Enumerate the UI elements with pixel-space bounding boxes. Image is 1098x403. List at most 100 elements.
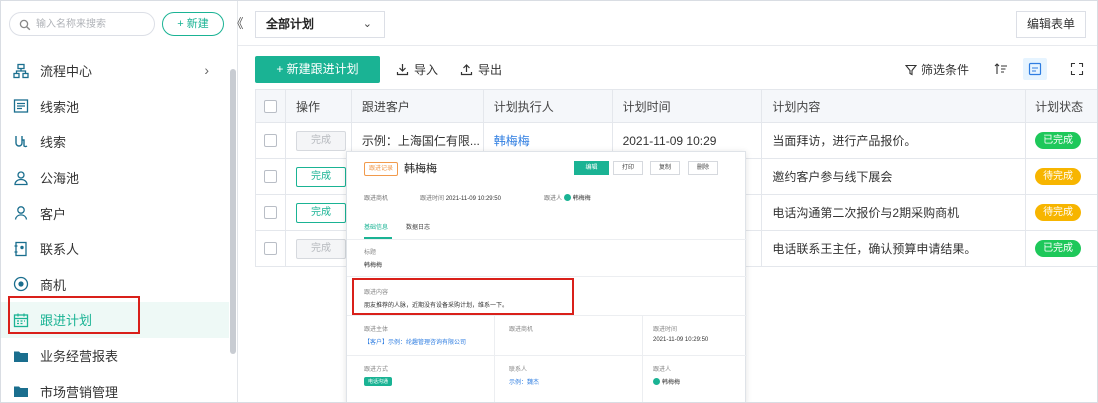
meta-opportunity-label: 跟进商机 — [364, 196, 389, 202]
row-select[interactable] — [256, 159, 286, 194]
table-header-row: 操作 跟进客户 计划执行人 计划时间 计划内容 计划状态 — [256, 90, 1097, 123]
divider — [494, 315, 495, 402]
tab-divider — [347, 239, 747, 240]
divider — [642, 315, 643, 402]
sidebar-item-public-pool[interactable]: 公海池 — [1, 160, 229, 196]
row-checkbox[interactable] — [264, 242, 277, 255]
row-checkbox[interactable] — [264, 170, 277, 183]
sort-icon[interactable] — [994, 62, 1008, 76]
field-opportunity: 跟进商机 — [509, 324, 533, 333]
sidebar-item-customer[interactable]: 客户 — [1, 195, 229, 231]
highlight-box-sidebar — [8, 296, 140, 334]
status-badge: 已完成 — [1035, 240, 1082, 257]
search-box[interactable] — [9, 12, 155, 36]
new-follow-up-plan-button[interactable]: + 新建跟进计划 — [255, 56, 380, 83]
popup-delete-button[interactable]: 删除 — [688, 161, 718, 175]
cell-content: 电话沟通第二次报价与2期采购商机 — [762, 195, 1027, 230]
popup-edit-button[interactable]: 编辑 — [574, 161, 609, 175]
filter-button[interactable]: 筛选条件 — [905, 61, 969, 78]
row-checkbox[interactable] — [264, 134, 277, 147]
row-select[interactable] — [256, 195, 286, 230]
cell-content: 当面拜访，进行产品报价。 — [762, 123, 1027, 158]
field-label: 跟进商机 — [509, 327, 534, 333]
plan-filter-select[interactable]: 全部计划 ⌄ — [255, 11, 385, 38]
cell-content: 电话联系王主任，确认预算申请结果。 — [762, 231, 1027, 266]
row-select[interactable] — [256, 123, 286, 158]
header-select-all[interactable] — [256, 90, 286, 122]
search-input[interactable] — [36, 16, 151, 32]
record-title: 韩梅梅 — [404, 163, 437, 175]
sidebar-item-label: 联系人 — [40, 242, 80, 258]
select-all-checkbox[interactable] — [264, 99, 277, 113]
sidebar-item-lead-pool[interactable]: 线索池 — [1, 89, 229, 125]
card-view-button[interactable] — [1023, 58, 1047, 80]
highlight-box-content — [352, 278, 574, 315]
field-value: 韩梅梅 — [364, 263, 383, 269]
fullscreen-icon[interactable] — [1070, 62, 1084, 76]
popup-print-button[interactable]: 打印 — [613, 161, 643, 175]
row-action: 完成 — [286, 123, 352, 158]
cell-status: 待完成 — [1026, 159, 1097, 194]
new-button[interactable]: + 新建 — [162, 12, 224, 36]
sidebar-item-business-report[interactable]: 业务经营报表 — [1, 338, 229, 374]
app-window: + 新建 《 流程中心 › 线索池 线索 公海池 客户 — [0, 0, 1098, 403]
field-contact: 联系人 示例：魏杰 — [509, 364, 539, 386]
complete-button[interactable]: 完成 — [295, 238, 346, 259]
field-label: 标题 — [364, 250, 377, 256]
field-value[interactable]: 【客户】示例：纶趣管理咨询有限公司 — [364, 337, 466, 346]
field-value: 2021-11-09 10:29:50 — [653, 337, 709, 343]
search-icon — [19, 18, 31, 31]
export-label: 导出 — [478, 63, 503, 77]
meta-person-label: 跟进人 — [544, 196, 563, 202]
column-header[interactable]: 计划执行人 — [484, 90, 613, 122]
sidebar-item-contact[interactable]: 联系人 — [1, 231, 229, 267]
import-button[interactable]: 导入 — [396, 61, 438, 78]
field-value[interactable]: 示例：魏杰 — [509, 377, 539, 386]
column-header[interactable]: 计划时间 — [613, 90, 763, 122]
meta-time: 跟进时间 2021-11-09 10:29:50 — [420, 193, 501, 202]
lead-icon — [13, 134, 29, 150]
popup-copy-button[interactable]: 复制 — [650, 161, 680, 175]
export-button[interactable]: 导出 — [460, 61, 502, 78]
avatar — [563, 194, 571, 201]
column-header[interactable]: 计划状态 — [1026, 90, 1097, 122]
complete-button[interactable]: 完成 — [295, 166, 346, 187]
cell-status: 已完成 — [1026, 123, 1097, 158]
tab-basic-info[interactable]: 基础信息 — [364, 222, 388, 231]
complete-button[interactable]: 完成 — [295, 202, 346, 223]
column-header[interactable]: 计划内容 — [762, 90, 1027, 122]
row-select[interactable] — [256, 231, 286, 266]
row-checkbox[interactable] — [264, 206, 277, 219]
field-method: 跟进方式 电话沟通 — [364, 364, 393, 386]
chevron-right-icon: › — [204, 62, 209, 78]
field-label: 跟进人 — [653, 367, 672, 373]
field-value: 韩梅梅 — [662, 380, 681, 386]
tab-data-log[interactable]: 数据日志 — [406, 222, 430, 231]
follow-up-record-popup[interactable]: 跟进记录 韩梅梅 编辑 打印 复制 删除 跟进商机 跟进时间 2021-11-0… — [346, 151, 747, 402]
sidebar-item-lead[interactable]: 线索 — [1, 124, 229, 160]
field-time: 跟进时间 2021-11-09 10:29:50 — [653, 324, 708, 343]
opportunity-icon — [13, 276, 29, 292]
status-badge: 已完成 — [1035, 132, 1082, 149]
column-header: 操作 — [286, 90, 352, 122]
plan-filter-value: 全部计划 — [266, 17, 315, 31]
complete-button[interactable]: 完成 — [295, 130, 346, 151]
column-header[interactable]: 跟进客户 — [352, 90, 484, 122]
chevron-down-icon: ⌄ — [362, 18, 372, 30]
field-label: 联系人 — [509, 367, 528, 373]
sidebar-scrollbar[interactable] — [230, 69, 236, 354]
workflow-icon — [13, 63, 29, 79]
sidebar-item-workflow[interactable]: 流程中心 › — [1, 53, 229, 89]
sidebar-item-marketing[interactable]: 市场营销管理 — [1, 373, 229, 402]
edit-form-button[interactable]: 编辑表单 — [1016, 11, 1086, 38]
divider — [347, 276, 747, 277]
sidebar-item-label: 流程中心 — [40, 64, 93, 80]
sidebar-item-label: 业务经营报表 — [40, 349, 119, 365]
folder-icon — [13, 383, 29, 399]
cell-status: 已完成 — [1026, 231, 1097, 266]
card-view-icon — [1028, 62, 1042, 76]
field-subject: 跟进主体 【客户】示例：纶趣管理咨询有限公司 — [364, 324, 466, 346]
export-icon — [460, 64, 473, 76]
sidebar-nav: 流程中心 › 线索池 线索 公海池 客户 联系人 商机 跟进计划 业务经营报表 … — [1, 53, 229, 402]
field-label: 跟进时间 — [653, 327, 678, 333]
